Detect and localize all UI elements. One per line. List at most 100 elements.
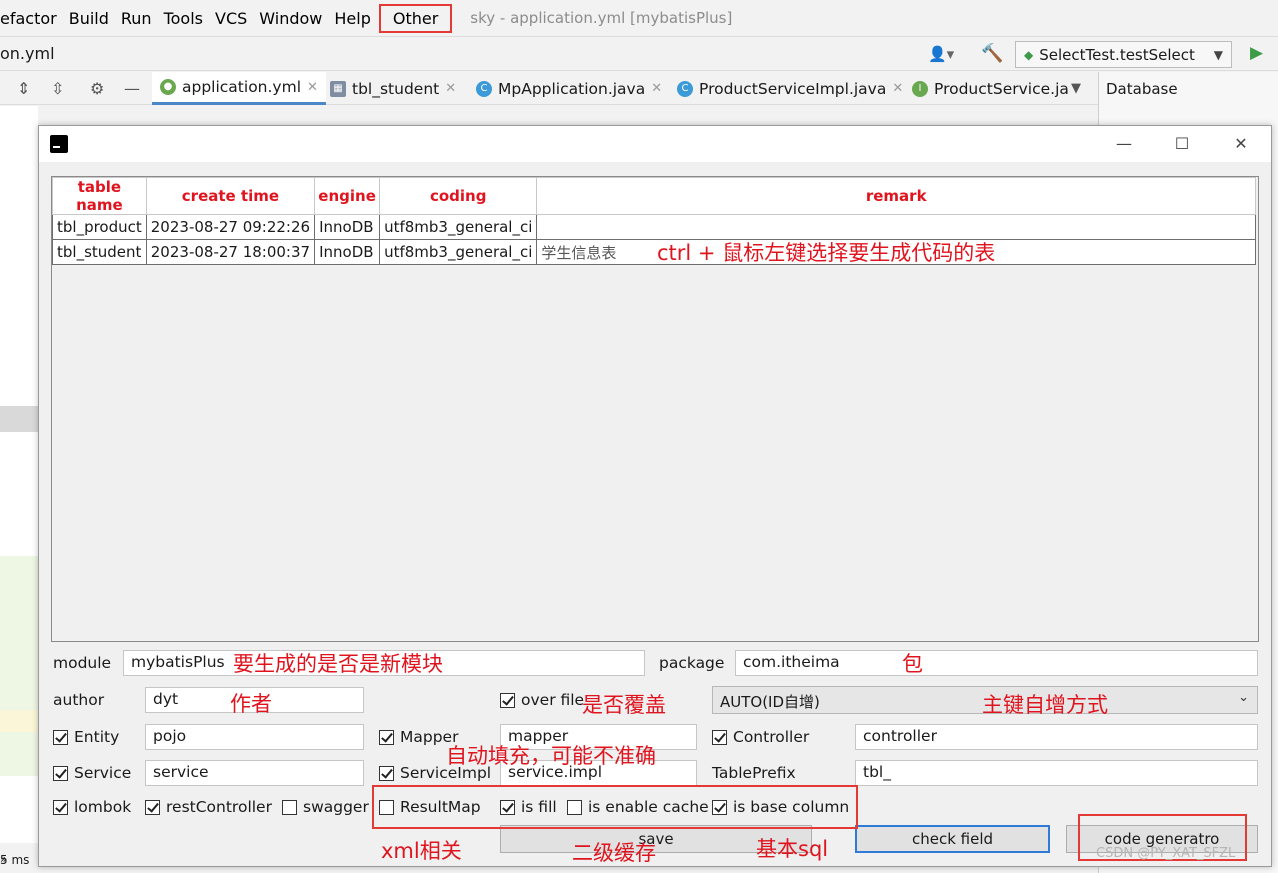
chevron-down-icon: ⌄ [1238, 690, 1249, 705]
annotation-auto-fill: 自动填充，可能不准确 [446, 744, 656, 768]
cell-remark[interactable] [536, 214, 1256, 240]
run-configuration-select[interactable]: ◆ SelectTest.testSelect ▼ [1015, 41, 1232, 68]
menu-window[interactable]: Window [253, 9, 328, 28]
menu-build[interactable]: Build [63, 9, 115, 28]
timing-label: 5 ms [0, 853, 30, 867]
expand-all-icon[interactable]: ⇕ [17, 79, 30, 98]
id-strategy-value: AUTO(ID自增) [720, 693, 820, 711]
col-create-time[interactable]: create time [145, 177, 316, 215]
yaml-icon: ● [160, 79, 176, 95]
controller-label: Controller [733, 728, 810, 746]
menu-vcs[interactable]: VCS [209, 9, 253, 28]
service-checkbox[interactable]: Service [53, 764, 131, 782]
col-table-name[interactable]: table name [52, 177, 147, 215]
cell-engine[interactable]: InnoDB [314, 214, 381, 240]
tables-table: table name create time engine coding rem… [52, 177, 1256, 265]
col-remark[interactable]: remark [536, 177, 1256, 215]
database-panel-title: Database [1106, 80, 1178, 98]
run-icon[interactable]: ▶ [1250, 43, 1263, 63]
tab-mpapplication[interactable]: C MpApplication.java ✕ [468, 72, 670, 105]
close-icon[interactable]: ✕ [307, 80, 318, 95]
entity-checkbox[interactable]: Entity [53, 728, 119, 746]
cell-coding[interactable]: utf8mb3_general_ci [379, 214, 538, 240]
menu-run[interactable]: Run [115, 9, 158, 28]
table-row[interactable]: tbl_product 2023-08-27 09:22:26 InnoDB u… [52, 214, 1256, 240]
maximize-icon[interactable]: ☐ [1167, 132, 1197, 156]
dialog-titlebar: — ☐ ✕ [39, 126, 1271, 162]
cell-table-name[interactable]: tbl_product [52, 214, 147, 240]
annotation-overwrite: 是否覆盖 [582, 693, 666, 717]
checkbox-checked-icon [379, 765, 394, 781]
service-package-input[interactable]: service [145, 760, 364, 786]
annotation-xml: xml相关 [381, 839, 462, 863]
tableprefix-label: TablePrefix [712, 764, 796, 782]
over-file-label: over file [521, 691, 585, 709]
changed-lines-band [0, 556, 38, 776]
breadcrumb[interactable]: on.yml [0, 44, 55, 63]
highlight-band [0, 710, 38, 732]
interface-icon: I [912, 80, 928, 97]
tab-label: tbl_student [352, 79, 440, 98]
class-icon: C [677, 80, 693, 97]
menu-refactor[interactable]: efactor [0, 9, 63, 28]
window-title: sky - application.yml [mybatisPlus] [470, 9, 733, 27]
selected-row-band [0, 406, 38, 432]
col-engine[interactable]: engine [314, 177, 381, 215]
controller-checkbox[interactable]: Controller [712, 728, 809, 746]
check-field-button[interactable]: check field [855, 825, 1050, 853]
cell-create-time[interactable]: 2023-08-27 18:00:37 [145, 239, 316, 265]
entity-package-input[interactable]: pojo [145, 724, 364, 750]
annotation-base-sql: 基本sql [756, 837, 829, 861]
cell-create-time[interactable]: 2023-08-27 09:22:26 [145, 214, 316, 240]
annotation-author: 作者 [230, 692, 272, 716]
tab-label: ProductServiceImpl.java [699, 79, 887, 98]
collapse-all-icon[interactable]: ⇳ [51, 79, 64, 98]
over-file-checkbox[interactable]: over file [500, 691, 584, 709]
close-icon[interactable]: ✕ [651, 81, 662, 96]
cell-table-name[interactable]: tbl_student [52, 239, 147, 265]
swagger-checkbox[interactable]: swagger [282, 798, 369, 816]
annotation-new-module: 要生成的是否是新模块 [233, 652, 443, 676]
tableprefix-input[interactable]: tbl_ [855, 760, 1258, 786]
menu-other[interactable]: Other [378, 3, 453, 33]
user-icon[interactable]: 👤▾ [928, 45, 954, 63]
controller-package-input[interactable]: controller [855, 724, 1258, 750]
hide-icon[interactable]: — [124, 79, 140, 98]
chevron-down-icon: ▼ [1213, 47, 1223, 62]
gear-icon[interactable]: ⚙ [90, 79, 104, 98]
lombok-checkbox[interactable]: lombok [53, 798, 131, 816]
checkbox-unchecked-icon [282, 799, 297, 815]
checkbox-checked-icon [379, 729, 394, 745]
build-hammer-icon[interactable]: 🔨 [981, 43, 1003, 64]
cell-coding[interactable]: utf8mb3_general_ci [379, 239, 538, 265]
tab-application-yml[interactable]: ● application.yml ✕ [152, 72, 326, 105]
menu-help[interactable]: Help [328, 9, 376, 28]
intellij-logo-icon [48, 133, 68, 153]
class-icon: C [476, 80, 492, 97]
close-icon[interactable]: ✕ [1226, 132, 1256, 156]
close-icon[interactable]: ✕ [892, 81, 903, 96]
menu-tools[interactable]: Tools [158, 9, 209, 28]
tab-productserviceimpl[interactable]: C ProductServiceImpl.java ✕ [669, 72, 911, 105]
tab-productservice[interactable]: I ProductService.ja [904, 72, 1077, 105]
editor-tab-row: ⇕ ⇳ ⚙ — ● application.yml ✕ ▦ tbl_studen… [0, 72, 1098, 105]
package-input[interactable]: com.itheima [735, 650, 1258, 676]
checkbox-checked-icon [712, 729, 727, 745]
annotation-select-tables: ctrl + 鼠标左键选择要生成代码的表 [657, 241, 996, 265]
restcontroller-checkbox[interactable]: restController [145, 798, 272, 816]
chevron-down-icon[interactable]: ▼ [1071, 81, 1081, 96]
cell-engine[interactable]: InnoDB [314, 239, 381, 265]
lombok-label: lombok [74, 798, 132, 816]
menu-bar: efactor Build Run Tools VCS Window Help … [0, 0, 1278, 36]
tab-tbl-student[interactable]: ▦ tbl_student ✕ [322, 72, 464, 105]
checkbox-checked-icon [145, 799, 160, 815]
checkbox-checked-icon [53, 765, 68, 781]
table-row[interactable]: tbl_student 2023-08-27 18:00:37 InnoDB u… [52, 239, 1256, 265]
tab-label: application.yml [182, 78, 302, 96]
col-coding[interactable]: coding [379, 177, 538, 215]
minimize-icon[interactable]: — [1109, 132, 1139, 156]
restcontroller-label: restController [166, 798, 272, 816]
close-icon[interactable]: ✕ [445, 81, 456, 96]
service-label: Service [74, 764, 132, 782]
options-highlight-box [372, 785, 858, 829]
